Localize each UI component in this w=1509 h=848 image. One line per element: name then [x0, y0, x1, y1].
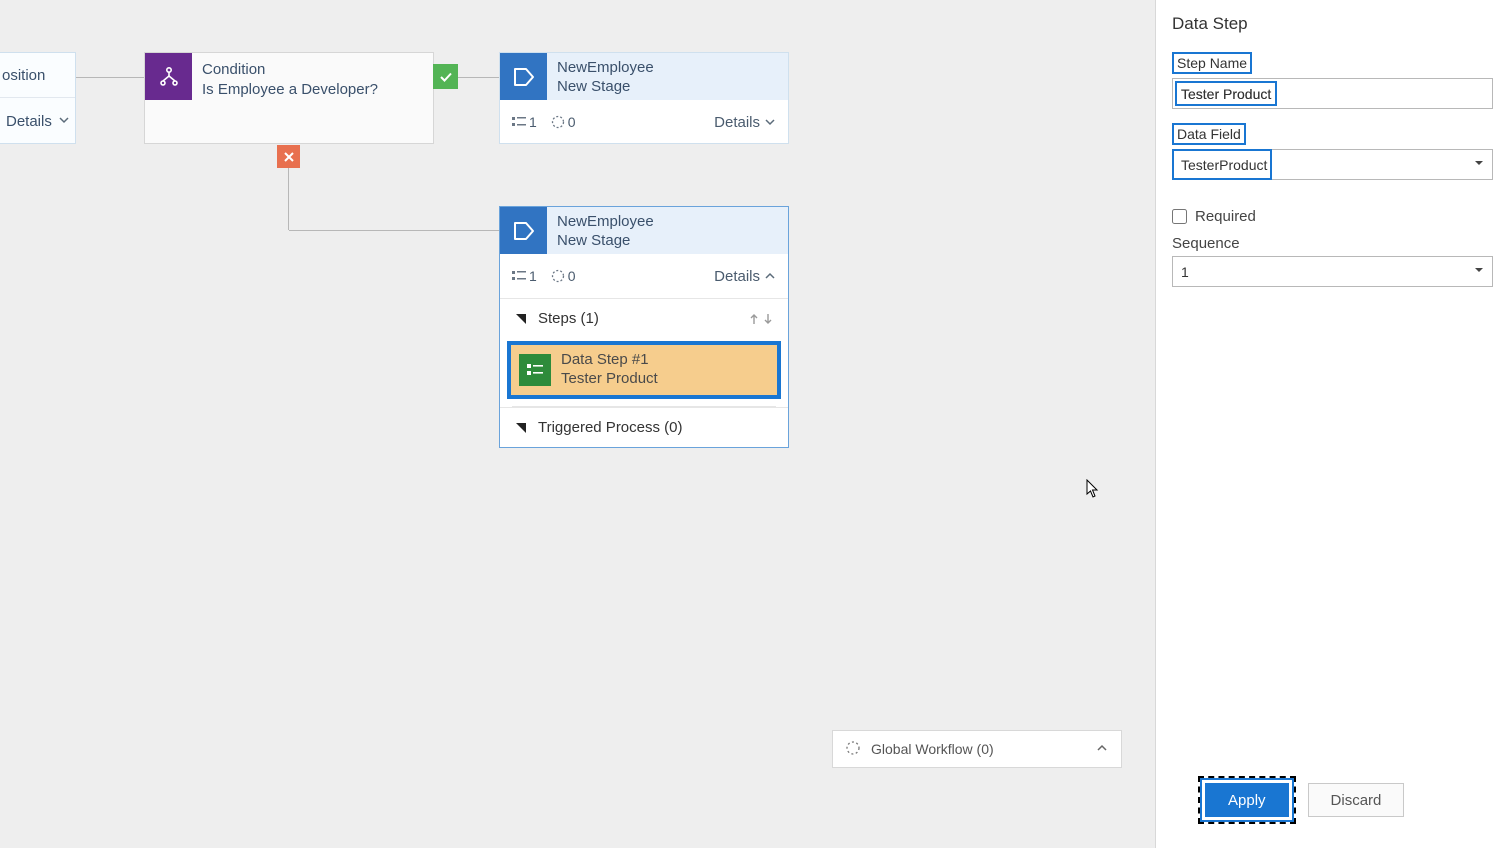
details-toggle[interactable]: Details — [714, 268, 776, 285]
sequence-select[interactable]: 1 — [1172, 256, 1493, 287]
data-field-select[interactable]: TesterProduct — [1172, 149, 1493, 180]
process-count: 0 — [551, 114, 576, 130]
branch-no-icon — [277, 145, 300, 168]
move-down-icon[interactable] — [762, 312, 774, 326]
triggered-header-label: Triggered Process (0) — [538, 419, 683, 436]
steps-count: 1 — [512, 268, 537, 284]
form-icon — [519, 354, 551, 386]
step-name-label: Step Name — [1172, 52, 1252, 74]
properties-panel: Data Step Step Name Tester Product Data … — [1155, 0, 1509, 848]
stage-entity: NewEmployee — [557, 59, 654, 77]
move-up-icon[interactable] — [748, 312, 760, 326]
stage-entity: NewEmployee — [557, 213, 654, 231]
step-name-input[interactable] — [1172, 78, 1493, 109]
steps-count: 1 — [512, 114, 537, 130]
collapse-icon — [514, 312, 528, 326]
process-count: 0 — [551, 268, 576, 284]
chevron-up-icon — [764, 270, 776, 282]
branch-yes-icon — [433, 64, 458, 89]
data-step-item[interactable]: Data Step #1 Tester Product — [508, 342, 780, 398]
connector — [288, 168, 289, 230]
cursor-icon — [1086, 479, 1100, 499]
collapse-icon — [514, 421, 528, 435]
condition-icon — [145, 53, 192, 100]
stage-name: New Stage — [557, 78, 654, 96]
apply-button[interactable]: Apply — [1205, 783, 1289, 817]
steps-section-header[interactable]: Steps (1) — [500, 298, 788, 338]
details-label: Details — [714, 114, 760, 131]
connector — [458, 77, 499, 78]
spinner-icon — [845, 740, 861, 759]
required-label: Required — [1195, 208, 1256, 225]
chevron-down-icon — [764, 116, 776, 128]
workflow-canvas[interactable]: osition Details Condition Is Employee a … — [0, 0, 1155, 848]
details-toggle[interactable]: Details — [0, 97, 75, 144]
step-subtitle: Tester Product — [561, 370, 658, 389]
stage-icon — [500, 207, 547, 254]
panel-title: Data Step — [1172, 14, 1493, 34]
details-label: Details — [714, 268, 760, 285]
condition-kind: Condition — [202, 61, 378, 79]
data-field-label: Data Field — [1172, 123, 1246, 145]
chevron-up-icon[interactable] — [1095, 741, 1109, 758]
condition-node[interactable]: Condition Is Employee a Developer? — [144, 52, 434, 144]
steps-header-label: Steps (1) — [538, 310, 599, 327]
step-title: Data Step #1 — [561, 351, 658, 370]
global-workflow-bar[interactable]: Global Workflow (0) — [832, 730, 1122, 768]
highlight-box: Apply — [1200, 778, 1294, 822]
sequence-label: Sequence — [1172, 235, 1493, 252]
condition-question: Is Employee a Developer? — [202, 81, 378, 99]
stage-name: New Stage — [557, 232, 654, 250]
connector — [76, 77, 144, 78]
stage-node-position[interactable]: osition Details — [0, 52, 76, 144]
global-workflow-label: Global Workflow (0) — [871, 741, 994, 757]
stage-node-expanded[interactable]: NewEmployee New Stage 1 0 Details — [499, 206, 789, 448]
node-title: osition — [0, 53, 75, 97]
required-checkbox[interactable] — [1172, 209, 1187, 224]
details-toggle[interactable]: Details — [714, 114, 776, 131]
required-checkbox-row[interactable]: Required — [1172, 208, 1493, 225]
stage-node-top[interactable]: NewEmployee New Stage 1 0 Details — [499, 52, 789, 144]
details-label: Details — [6, 113, 52, 130]
stage-icon — [500, 53, 547, 100]
triggered-section-header[interactable]: Triggered Process (0) — [500, 407, 788, 447]
chevron-down-icon — [58, 113, 70, 130]
connector — [289, 230, 499, 231]
discard-button[interactable]: Discard — [1308, 783, 1405, 817]
